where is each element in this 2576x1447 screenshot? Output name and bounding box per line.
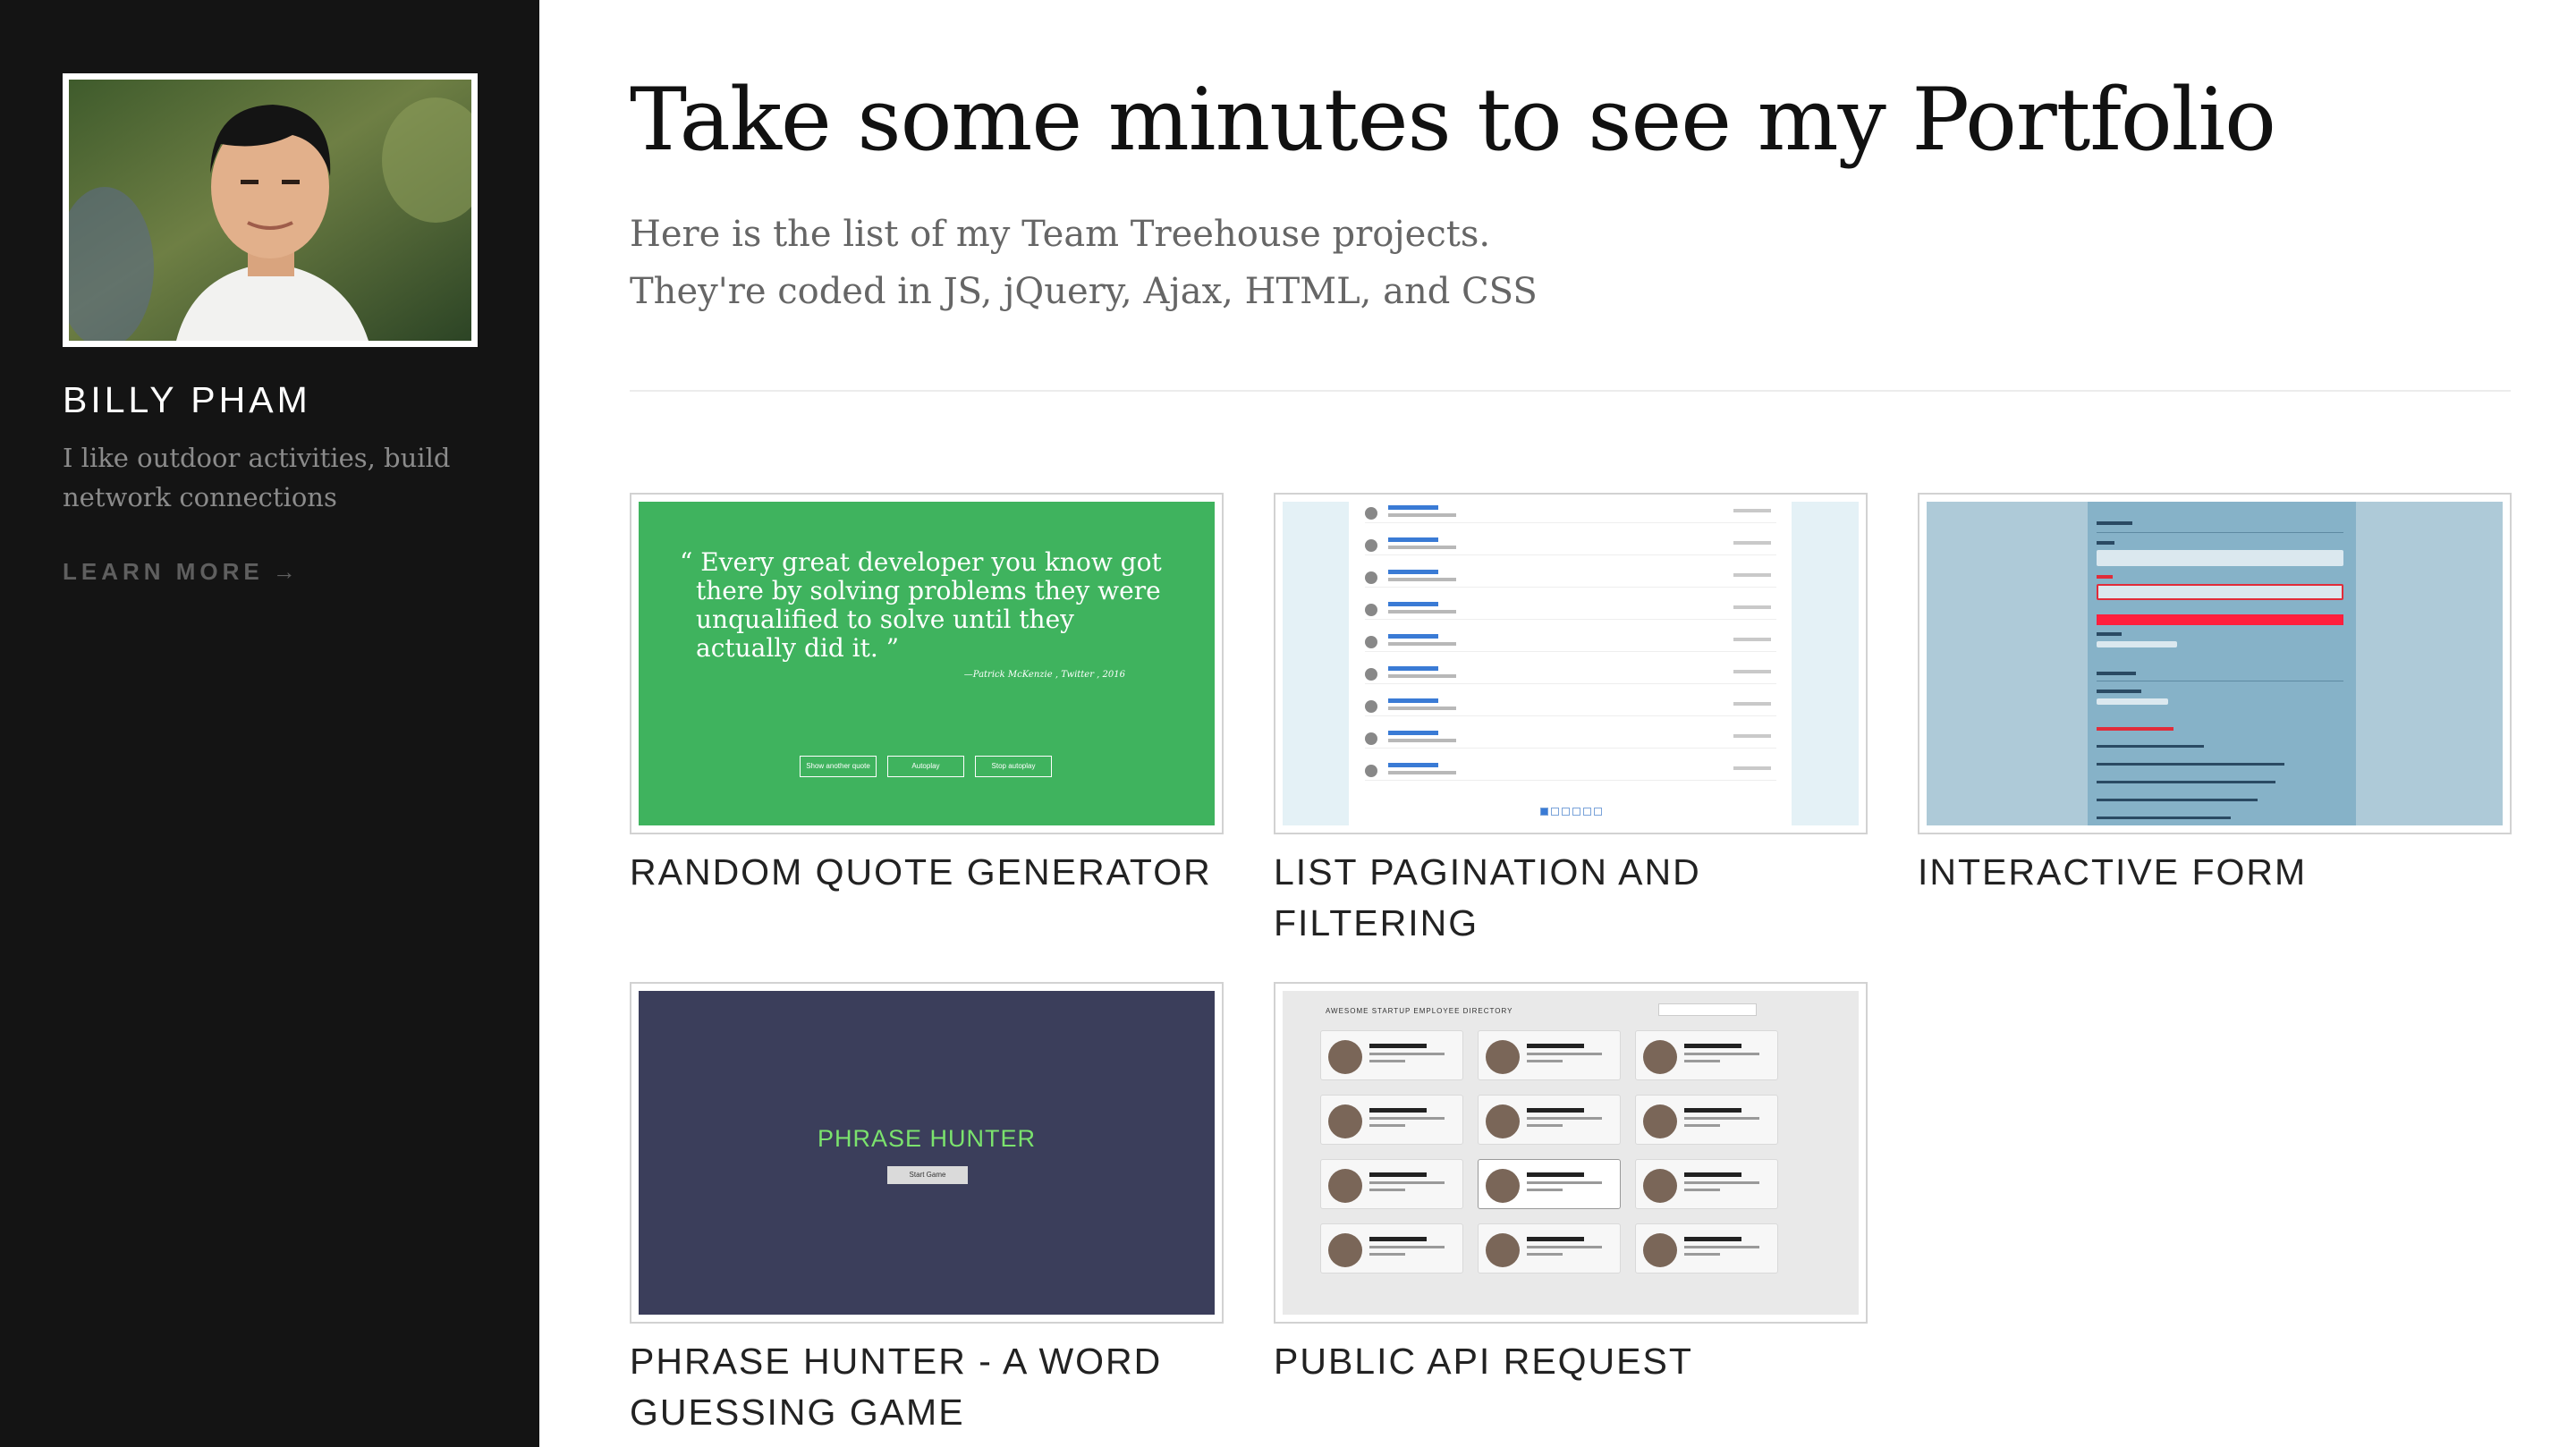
project-title[interactable]: INTERACTIVE FORM	[1918, 847, 2512, 898]
phrase-hunter-screenshot: PHRASE HUNTER Start Game	[639, 991, 1215, 1315]
project-thumbnail-link[interactable]: “ Every great developer you know got the…	[630, 493, 1224, 834]
stop-autoplay-button: Stop autoplay	[975, 756, 1052, 777]
employee-card	[1635, 1095, 1778, 1145]
public-api-screenshot: AWESOME STARTUP EMPLOYEE DIRECTORY	[1283, 991, 1859, 1315]
employee-card	[1635, 1159, 1778, 1209]
project-title[interactable]: RANDOM QUOTE GENERATOR	[630, 847, 1224, 898]
list-row	[1365, 570, 1776, 588]
project-card-phrase-hunter: PHRASE HUNTER Start Game PHRASE HUNTER -…	[630, 982, 1224, 1438]
project-card-interactive-form: INTERACTIVE FORM	[1918, 493, 2512, 898]
pagination	[1540, 808, 1602, 816]
profile-bio: I like outdoor activities, build network…	[63, 443, 451, 512]
project-title[interactable]: LIST PAGINATION AND FILTERING	[1274, 847, 1868, 949]
project-thumbnail-link[interactable]	[1274, 493, 1868, 834]
employee-card	[1320, 1095, 1463, 1145]
employee-card	[1320, 1223, 1463, 1274]
project-title[interactable]: PHRASE HUNTER - A WORD GUESSING GAME	[630, 1336, 1224, 1438]
arrow-right-icon: →	[272, 558, 296, 585]
quote-source: —Patrick McKenzie , Twitter , 2016	[963, 670, 1125, 680]
list-row	[1365, 731, 1776, 749]
phrase-hunter-heading: PHRASE HUNTER	[817, 1125, 1037, 1152]
interactive-form-screenshot	[1927, 502, 2503, 825]
profile-photo	[69, 80, 471, 341]
quote-buttons: Show another quote Autoplay Stop autopla…	[800, 756, 1052, 777]
directory-search-box	[1658, 1003, 1757, 1016]
page-title: Take some minutes to see my Portfolio	[630, 70, 2276, 170]
student-list-panel	[1349, 502, 1792, 825]
list-row	[1365, 537, 1776, 555]
project-thumbnail-link[interactable]: PHRASE HUNTER Start Game	[630, 982, 1224, 1324]
random-quote-screenshot: “ Every great developer you know got the…	[639, 502, 1215, 825]
list-row	[1365, 602, 1776, 620]
form-panel	[2088, 502, 2356, 825]
list-row	[1365, 698, 1776, 716]
employee-card	[1320, 1030, 1463, 1080]
start-game-button: Start Game	[887, 1166, 968, 1184]
directory-heading: AWESOME STARTUP EMPLOYEE DIRECTORY	[1326, 1007, 1513, 1015]
employee-card	[1478, 1030, 1621, 1080]
project-card-random-quote: “ Every great developer you know got the…	[630, 493, 1224, 898]
page-subtitle: Here is the list of my Team Treehouse pr…	[630, 206, 1538, 320]
list-row	[1365, 634, 1776, 652]
learn-more-label: LEARN MORE	[63, 558, 264, 585]
employee-card	[1478, 1223, 1621, 1274]
project-title[interactable]: PUBLIC API REQUEST	[1274, 1336, 1868, 1387]
autoplay-button: Autoplay	[887, 756, 964, 777]
learn-more-link[interactable]: LEARN MORE →	[63, 558, 296, 586]
employee-card	[1478, 1159, 1621, 1209]
header-divider	[630, 390, 2511, 392]
subtitle-line-2: They're coded in JS, jQuery, Ajax, HTML,…	[630, 271, 1538, 312]
subtitle-line-1: Here is the list of my Team Treehouse pr…	[630, 214, 1491, 255]
project-card-public-api: AWESOME STARTUP EMPLOYEE DIRECTORY PUBLI…	[1274, 982, 1868, 1387]
employee-card	[1320, 1159, 1463, 1209]
employee-card	[1478, 1095, 1621, 1145]
list-row	[1365, 505, 1776, 523]
project-thumbnail-link[interactable]	[1918, 493, 2512, 834]
show-quote-button: Show another quote	[800, 756, 877, 777]
profile-name: BILLY PHAM	[63, 379, 311, 420]
list-pagination-screenshot	[1283, 502, 1859, 825]
project-thumbnail-link[interactable]: AWESOME STARTUP EMPLOYEE DIRECTORY	[1274, 982, 1868, 1324]
list-row	[1365, 666, 1776, 684]
employee-card	[1635, 1223, 1778, 1274]
profile-photo-frame	[63, 73, 478, 347]
list-row	[1365, 763, 1776, 781]
quote-text: “ Every great developer you know got the…	[680, 547, 1162, 663]
project-card-list-pagination: LIST PAGINATION AND FILTERING	[1274, 493, 1868, 949]
sidebar: BILLY PHAM I like outdoor activities, bu…	[0, 0, 539, 1447]
employee-card	[1635, 1030, 1778, 1080]
